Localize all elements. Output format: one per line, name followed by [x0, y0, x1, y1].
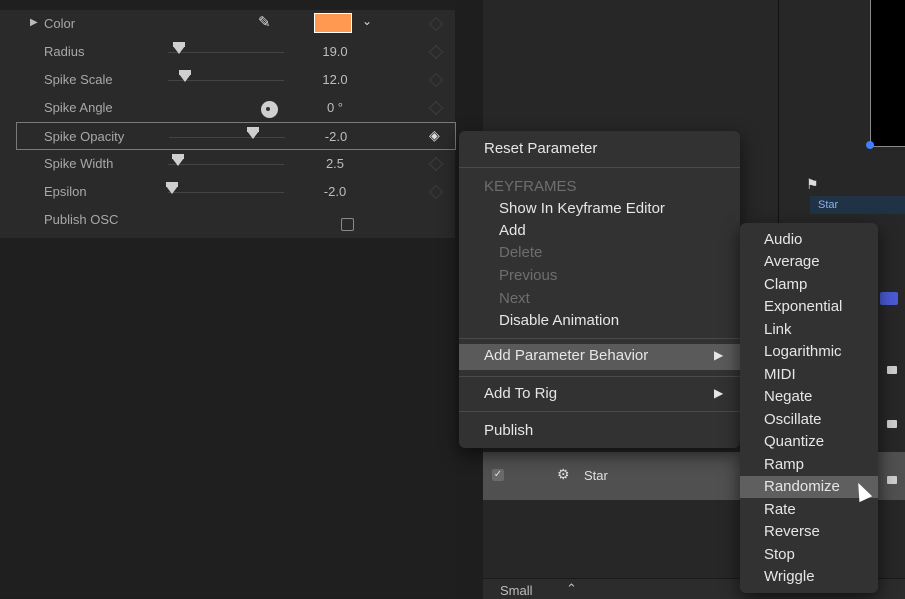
submenu-item-exponential[interactable]: Exponential — [740, 296, 878, 318]
param-label: Spike Scale — [44, 72, 113, 87]
publish-osc-checkbox[interactable] — [341, 218, 354, 231]
submenu-item-wriggle[interactable]: Wriggle — [740, 566, 878, 588]
control-point[interactable] — [866, 141, 874, 149]
epsilon-slider[interactable] — [166, 182, 284, 194]
eyedropper-icon[interactable]: ✎ — [258, 13, 271, 31]
submenu-item-midi[interactable]: MIDI — [740, 364, 878, 386]
canvas-viewer[interactable] — [870, 0, 905, 147]
keyframe-diamond-icon[interactable] — [428, 72, 444, 88]
param-row-publish-osc[interactable]: Publish OSC — [0, 206, 455, 234]
spike-width-slider[interactable] — [168, 154, 284, 166]
param-label: Publish OSC — [44, 212, 119, 227]
submenu-item-quantize[interactable]: Quantize — [740, 431, 878, 453]
menu-item-show-in-keyframe-editor[interactable]: Show In Keyframe Editor — [459, 197, 740, 221]
layer-name[interactable]: Star — [584, 468, 608, 483]
param-value[interactable]: 19.0 — [300, 44, 370, 59]
menu-item-publish[interactable]: Publish — [459, 419, 740, 443]
menu-item-add[interactable]: Add — [459, 219, 740, 243]
divider — [778, 0, 779, 230]
generator-icon: ⚙ — [557, 466, 570, 482]
context-menu: Reset Parameter KEYFRAMES Show In Keyfra… — [459, 131, 740, 448]
keyframe-diamond-icon[interactable] — [428, 100, 444, 116]
menu-separator — [459, 167, 740, 168]
menu-item-previous: Previous — [499, 267, 558, 284]
parameter-list: ▶ Color Radius 19.0 Spike Scale 12.0 Spi… — [0, 10, 456, 238]
param-label: Radius — [44, 44, 85, 59]
submenu-item-logarithmic[interactable]: Logarithmic — [740, 341, 878, 363]
menu-item-next: Next — [499, 290, 530, 307]
slider-thumb[interactable] — [173, 42, 185, 54]
param-value[interactable]: -2.0 — [301, 129, 371, 144]
timeline-track-label: Star — [818, 199, 839, 211]
submenu-arrow-icon: ▶ — [714, 386, 724, 400]
chevron-down-icon[interactable]: ⌄ — [362, 14, 372, 28]
menu-item-add-to-rig[interactable]: Add To Rig ▶ — [459, 382, 740, 406]
slider-thumb[interactable] — [179, 70, 191, 82]
param-row-spike-angle[interactable]: Spike Angle 0 ° — [0, 94, 455, 122]
param-value[interactable]: 2.5 — [300, 156, 370, 171]
param-label: Epsilon — [44, 184, 87, 199]
radius-slider[interactable] — [168, 42, 284, 54]
param-row-spike-opacity[interactable]: Spike Opacity -2.0 ◈ — [16, 122, 456, 150]
playhead-marker-icon[interactable]: ⚑ — [806, 176, 819, 193]
submenu-item-negate[interactable]: Negate — [740, 386, 878, 408]
submenu-item-clamp[interactable]: Clamp — [740, 274, 878, 296]
layer-enable-checkbox[interactable]: ✓ — [492, 469, 504, 481]
keyframe-diamond-icon[interactable] — [428, 16, 444, 32]
submenu-item-link[interactable]: Link — [740, 319, 878, 341]
menu-header-keyframes: KEYFRAMES — [484, 178, 577, 195]
param-value[interactable]: 0 ° — [300, 100, 370, 115]
behavior-submenu: Audio Average Clamp Exponential Link Log… — [740, 223, 878, 593]
menu-item-disable-animation[interactable]: Disable Animation — [459, 309, 740, 333]
spike-scale-slider[interactable] — [168, 70, 284, 82]
lock-icon[interactable] — [887, 366, 897, 374]
param-row-radius[interactable]: Radius 19.0 — [0, 38, 455, 66]
disclosure-triangle-icon[interactable]: ▶ — [30, 17, 38, 28]
menu-separator — [459, 376, 740, 377]
slider-thumb[interactable] — [247, 127, 259, 139]
param-value[interactable]: -2.0 — [300, 184, 370, 199]
submenu-item-rate[interactable]: Rate — [740, 499, 878, 521]
menu-item-reset-parameter[interactable]: Reset Parameter — [459, 137, 740, 161]
submenu-item-reverse[interactable]: Reverse — [740, 521, 878, 543]
submenu-item-ramp[interactable]: Ramp — [740, 454, 878, 476]
param-row-color[interactable]: ▶ Color — [0, 10, 455, 38]
submenu-item-stop[interactable]: Stop — [740, 544, 878, 566]
submenu-item-audio[interactable]: Audio — [740, 229, 878, 251]
menu-item-add-parameter-behavior[interactable]: Add Parameter Behavior ▶ — [459, 344, 740, 370]
param-label: Spike Angle — [44, 100, 113, 115]
param-label: Spike Opacity — [44, 129, 125, 144]
param-label: Spike Width — [44, 156, 114, 171]
menu-separator — [459, 411, 740, 412]
keyframe-add-icon[interactable]: ◈ — [429, 127, 440, 144]
menu-separator — [459, 338, 740, 339]
group-icon[interactable] — [880, 292, 898, 305]
keyframe-diamond-icon[interactable] — [428, 184, 444, 200]
keyframe-diamond-icon[interactable] — [428, 156, 444, 172]
submenu-arrow-icon: ▶ — [714, 348, 724, 362]
spike-opacity-slider[interactable] — [169, 127, 285, 139]
thumbnail-size-select[interactable]: Small — [500, 583, 533, 598]
lock-icon[interactable] — [887, 476, 897, 484]
chevron-updown-icon[interactable]: ⌃ — [566, 581, 577, 597]
keyframe-diamond-icon[interactable] — [428, 44, 444, 60]
submenu-item-average[interactable]: Average — [740, 251, 878, 273]
param-row-spike-scale[interactable]: Spike Scale 12.0 — [0, 66, 455, 94]
lock-icon[interactable] — [887, 420, 897, 428]
color-swatch[interactable] — [314, 13, 352, 33]
menu-item-delete: Delete — [499, 244, 543, 261]
angle-dial[interactable] — [261, 101, 278, 118]
slider-thumb[interactable] — [172, 154, 184, 166]
slider-thumb[interactable] — [166, 182, 178, 194]
param-row-epsilon[interactable]: Epsilon -2.0 — [0, 178, 455, 206]
submenu-item-oscillate[interactable]: Oscillate — [740, 409, 878, 431]
param-label: Color — [44, 16, 76, 31]
param-row-spike-width[interactable]: Spike Width 2.5 — [0, 150, 455, 178]
param-value[interactable]: 12.0 — [300, 72, 370, 87]
inspector-panel: ▶ Color Radius 19.0 Spike Scale 12.0 Spi… — [0, 0, 456, 598]
